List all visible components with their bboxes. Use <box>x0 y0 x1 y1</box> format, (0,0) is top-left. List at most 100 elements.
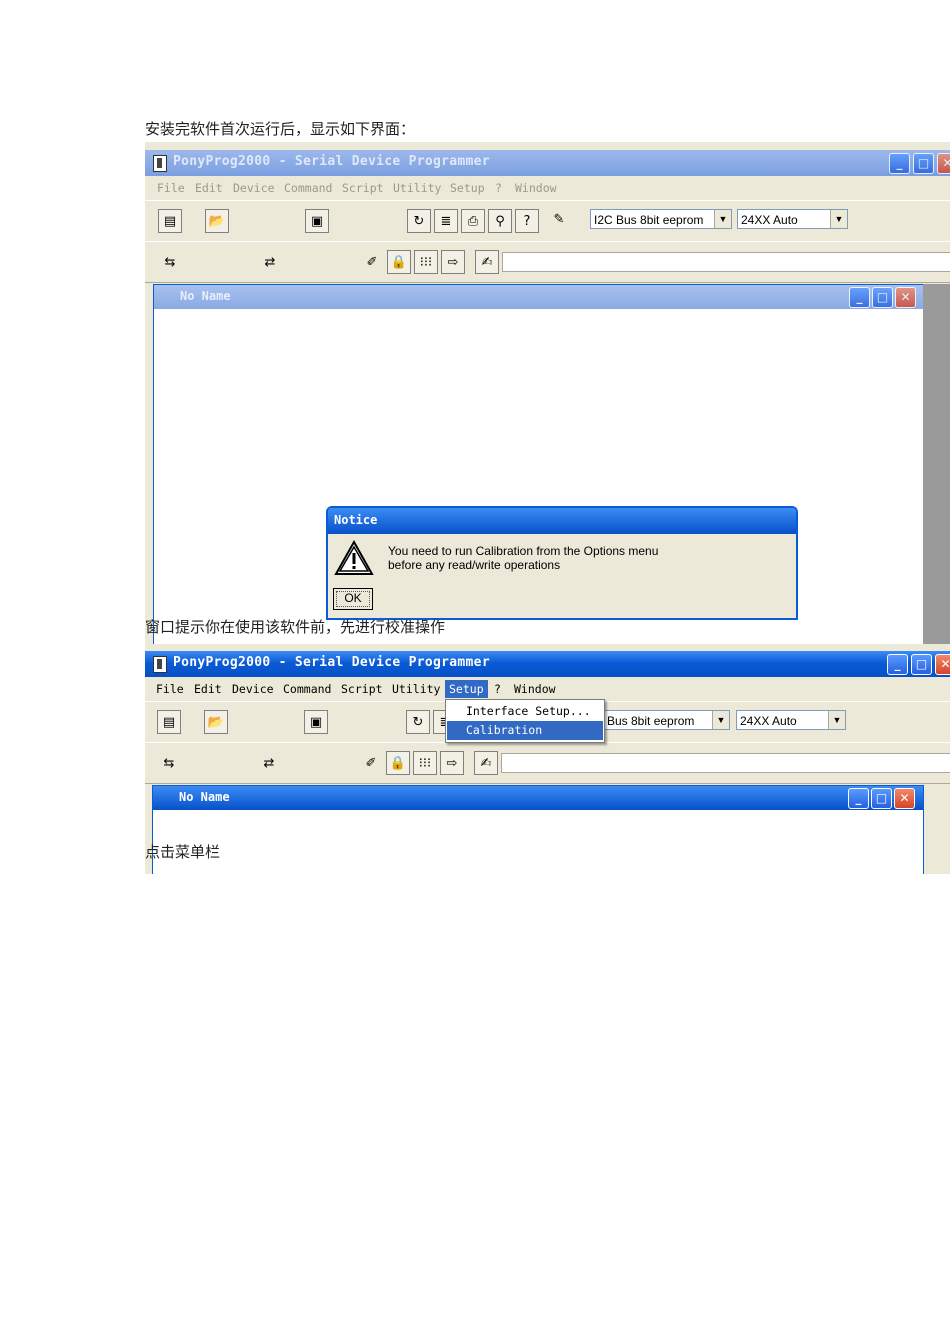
device-family-select[interactable]: Bus 8bit eeprom ▼ <box>603 710 730 730</box>
device-type-value: 24XX Auto <box>740 714 797 728</box>
child-titlebar: No Name _ □ ✕ <box>153 786 923 810</box>
intro-caption: 安装完软件首次运行后，显示如下界面： <box>145 120 416 138</box>
progress-field <box>501 753 950 773</box>
chevron-down-icon: ▼ <box>714 210 731 228</box>
child-minimize-button[interactable]: _ <box>849 287 870 308</box>
arrow-icon[interactable]: ⇨ <box>441 250 465 274</box>
menu-command[interactable]: Command <box>283 682 331 696</box>
menu-help[interactable]: ? <box>495 181 502 195</box>
child-minimize-button[interactable]: _ <box>848 788 869 809</box>
device-family-value: Bus 8bit eeprom <box>607 714 695 728</box>
chip-icon: ✎ <box>553 211 565 227</box>
zoom-icon[interactable]: ⚲ <box>488 209 512 233</box>
fuse-icon[interactable]: ⁝⁝⁝ <box>413 751 437 775</box>
scrollbar[interactable] <box>923 284 950 644</box>
menu-interface-setup[interactable]: Interface Setup... <box>447 702 603 721</box>
save-icon[interactable]: ▣ <box>304 710 328 734</box>
script-icon[interactable]: ✍ <box>475 250 499 274</box>
menu-device[interactable]: Device <box>233 181 275 195</box>
warning-icon <box>334 540 374 575</box>
menu-script[interactable]: Script <box>341 682 383 696</box>
erase-icon[interactable]: ✐ <box>360 250 384 274</box>
notice-dialog: Notice You need to run Calibration from … <box>326 506 798 620</box>
child-window: No Name _ □ ✕ <box>152 785 924 874</box>
menu-setup[interactable]: Setup <box>445 680 488 698</box>
menu-setup[interactable]: Setup <box>450 181 485 195</box>
chevron-down-icon: ▼ <box>828 711 845 729</box>
write-icon[interactable]: ⇄ <box>257 751 281 775</box>
child-close-button[interactable]: ✕ <box>894 788 915 809</box>
device-type-select[interactable]: 24XX Auto ▼ <box>737 209 848 229</box>
reload-icon[interactable]: ↻ <box>406 710 430 734</box>
click-menu-caption: 点击菜单栏 <box>145 843 221 861</box>
notice-line-1: You need to run Calibration from the Opt… <box>388 544 659 558</box>
app-title: PonyProg2000 - Serial Device Programmer <box>173 154 490 169</box>
screenshot-setup-menu: PonyProg2000 - Serial Device Programmer … <box>145 644 950 874</box>
child-maximize-button[interactable]: □ <box>871 788 892 809</box>
script-icon[interactable]: ✍ <box>474 751 498 775</box>
arrow-icon[interactable]: ⇨ <box>440 751 464 775</box>
help-icon[interactable]: ? <box>515 209 539 233</box>
menu-window[interactable]: Window <box>514 682 556 696</box>
menu-utility[interactable]: Utility <box>392 682 440 696</box>
reload-icon[interactable]: ↻ <box>407 209 431 233</box>
print-icon[interactable]: ⎙ <box>461 209 485 233</box>
menu-file[interactable]: File <box>157 181 185 195</box>
edit-icon[interactable]: ≣ <box>434 209 458 233</box>
write-icon[interactable]: ⇄ <box>258 250 282 274</box>
app-titlebar: PonyProg2000 - Serial Device Programmer … <box>145 651 950 677</box>
open-icon[interactable]: 📂 <box>205 209 229 233</box>
child-title: No Name <box>180 289 231 303</box>
menubar: File Edit Device Command Script Utility … <box>145 678 950 700</box>
lock-icon[interactable]: 🔒 <box>387 250 411 274</box>
save-icon[interactable]: ▣ <box>305 209 329 233</box>
notice-message: You need to run Calibration from the Opt… <box>388 544 658 572</box>
notice-line-2: before any read/write operations <box>388 558 561 572</box>
menu-file[interactable]: File <box>156 682 184 696</box>
fuse-icon[interactable]: ⁝⁝⁝ <box>414 250 438 274</box>
progress-field <box>502 252 950 272</box>
child-maximize-button[interactable]: □ <box>872 287 893 308</box>
lock-icon[interactable]: 🔒 <box>386 751 410 775</box>
new-icon[interactable]: ▤ <box>157 710 181 734</box>
ok-button[interactable]: OK <box>333 588 373 610</box>
maximize-button[interactable]: □ <box>911 654 932 675</box>
app-icon <box>153 656 167 673</box>
chevron-down-icon: ▼ <box>830 210 847 228</box>
new-icon[interactable]: ▤ <box>158 209 182 233</box>
close-button[interactable]: ✕ <box>935 654 950 675</box>
chevron-down-icon: ▼ <box>712 711 729 729</box>
menubar: File Edit Device Command Script Utility … <box>145 177 950 199</box>
close-button[interactable]: ✕ <box>937 153 950 174</box>
child-close-button[interactable]: ✕ <box>895 287 916 308</box>
main-toolbar: ▤ 📂 ▣ ↻ ≣ ⎙ ⚲ ? ✎ I2C Bus 8bit eeprom ▼ 2… <box>145 200 950 242</box>
menu-calibration[interactable]: Calibration <box>447 721 603 740</box>
menu-edit[interactable]: Edit <box>194 682 222 696</box>
erase-icon[interactable]: ✐ <box>359 751 383 775</box>
secondary-toolbar: ⇆ ⇄ ✐ 🔒 ⁝⁝⁝ ⇨ ✍ <box>145 742 950 784</box>
minimize-button[interactable]: _ <box>889 153 910 174</box>
setup-dropdown: Interface Setup... Calibration <box>445 699 605 743</box>
menu-edit[interactable]: Edit <box>195 181 223 195</box>
menu-window[interactable]: Window <box>515 181 557 195</box>
notice-title: Notice <box>334 513 378 527</box>
menu-device[interactable]: Device <box>232 682 274 696</box>
read-icon[interactable]: ⇆ <box>157 751 181 775</box>
device-family-select[interactable]: I2C Bus 8bit eeprom ▼ <box>590 209 732 229</box>
maximize-button[interactable]: □ <box>913 153 934 174</box>
menu-help[interactable]: ? <box>494 682 501 696</box>
notice-titlebar: Notice <box>328 508 796 534</box>
device-type-value: 24XX Auto <box>741 213 798 227</box>
device-family-value: I2C Bus 8bit eeprom <box>594 213 704 227</box>
child-title: No Name <box>179 790 230 804</box>
menu-command[interactable]: Command <box>284 181 332 195</box>
child-titlebar: No Name _ □ ✕ <box>154 285 924 309</box>
read-icon[interactable]: ⇆ <box>158 250 182 274</box>
device-type-select[interactable]: 24XX Auto ▼ <box>736 710 846 730</box>
menu-script[interactable]: Script <box>342 181 384 195</box>
secondary-toolbar: ⇆ ⇄ ✐ 🔒 ⁝⁝⁝ ⇨ ✍ <box>145 241 950 283</box>
app-title: PonyProg2000 - Serial Device Programmer <box>173 655 490 670</box>
minimize-button[interactable]: _ <box>887 654 908 675</box>
menu-utility[interactable]: Utility <box>393 181 441 195</box>
open-icon[interactable]: 📂 <box>204 710 228 734</box>
